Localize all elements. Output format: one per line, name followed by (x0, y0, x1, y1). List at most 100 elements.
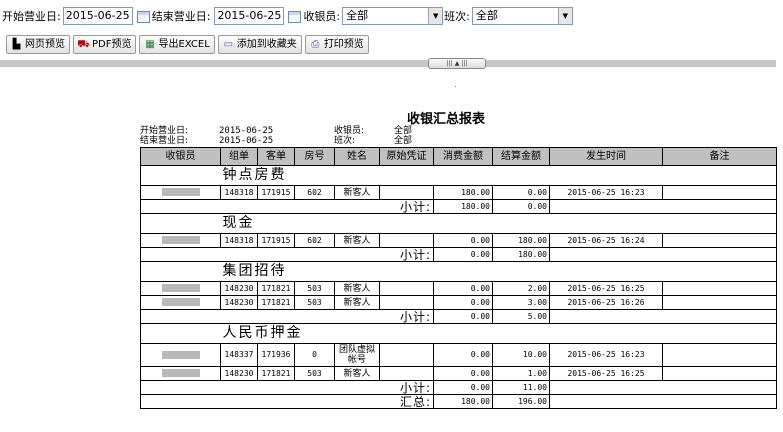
settle-cell: 180.00 (492, 233, 550, 248)
column-header: 备注 (662, 147, 777, 166)
column-header: 姓名 (334, 147, 380, 166)
redacted-cashier (161, 298, 200, 306)
note-cell (662, 366, 777, 381)
column-header: 结算金额 (492, 147, 550, 166)
group-name: 集团招待 (220, 261, 777, 282)
subtotal-settle: 11.00 (492, 380, 550, 395)
voucher-cell (379, 295, 434, 310)
export-excel-label: 导出EXCEL (158, 39, 210, 50)
voucher-cell (379, 185, 434, 200)
table-row: 148230 171821 503 新客人 0.00 2.00 2015-06-… (140, 281, 777, 296)
settle-cell: 1.00 (492, 366, 550, 381)
table-row: 148318 171915 602 新客人 0.00 180.00 2015-0… (140, 233, 777, 248)
note-cell (662, 295, 777, 310)
subtotal-row: 小计: 0.00 180.00 (140, 247, 777, 262)
filter-bar: 开始营业日: 2015-06-25 结束营业日: 2015-06-25 收银员:… (2, 5, 573, 27)
calendar-icon[interactable] (288, 11, 302, 23)
cashier-cell (140, 295, 221, 310)
guest-no-cell: 171821 (257, 295, 295, 310)
start-date-label: 开始营业日: (2, 10, 61, 23)
decorative-dot (455, 86, 456, 87)
shift-label: 班次: (444, 10, 470, 23)
add-favorite-button[interactable]: ▭ 添加到收藏夹 (217, 35, 302, 54)
meta-cashier-value: 全部 (394, 126, 413, 136)
settle-cell: 2.00 (492, 281, 550, 296)
guest-no-cell: 171821 (257, 366, 295, 381)
print-preview-button[interactable]: ⎙ 打印预览 (304, 35, 369, 54)
subtotal-consume: 180.00 (433, 199, 493, 214)
meta-end-label: 结束营业日: (140, 136, 189, 146)
pdf-preview-button[interactable]: ⛟ PDF预览 (73, 35, 137, 54)
group-no-cell: 148318 (220, 185, 258, 200)
subtotal-settle: 180.00 (492, 247, 550, 262)
subtotal-label: 小计: (140, 199, 434, 214)
collapse-handle[interactable]: ||| ▲ ||| (428, 58, 486, 69)
note-cell (662, 185, 777, 200)
subtotal-row: 小计: 180.00 0.00 (140, 199, 777, 214)
export-excel-button[interactable]: ▦ 导出EXCEL (139, 35, 215, 54)
column-header: 收银员 (140, 147, 221, 166)
table-row: 148337 171936 0 团队虚拟帐号 0.00 10.00 2015-0… (140, 343, 777, 367)
room-cell: 503 (294, 295, 335, 310)
room-cell: 503 (294, 281, 335, 296)
cashier-cell (140, 343, 221, 367)
voucher-cell (379, 366, 434, 381)
meta-start-label: 开始营业日: (140, 126, 189, 136)
subtotal-consume: 0.00 (433, 380, 493, 395)
column-header: 房号 (294, 147, 335, 166)
group-name: 现金 (220, 213, 777, 234)
subtotal-row: 小计: 0.00 11.00 (140, 380, 777, 395)
end-date-input[interactable]: 2015-06-25 (214, 7, 285, 25)
column-header: 发生时间 (549, 147, 663, 166)
shift-select-value: 全部 (475, 9, 498, 22)
group-no-cell: 148337 (220, 343, 258, 367)
redacted-cashier (161, 236, 200, 244)
guest-no-cell: 171821 (257, 281, 295, 296)
pdf-icon: ⛟ (77, 39, 90, 50)
subtotal-settle: 5.00 (492, 309, 550, 324)
start-date-input[interactable]: 2015-06-25 (62, 7, 133, 25)
note-cell (662, 233, 777, 248)
print-preview-label: 打印预览 (323, 39, 364, 50)
subtotal-consume: 0.00 (433, 309, 493, 324)
calendar-icon[interactable] (136, 11, 150, 23)
consume-cell: 180.00 (433, 185, 493, 200)
subtotal-label: 小计: (140, 380, 434, 395)
favorite-icon: ▭ (223, 39, 234, 50)
meta-shift-value: 全部 (394, 136, 413, 146)
time-cell: 2015-06-25 16:25 (549, 281, 663, 296)
toolbar: ▙ 网页预览 ⛟ PDF预览 ▦ 导出EXCEL ▭ 添加到收藏夹 ⎙ 打印预览 (6, 35, 369, 54)
consume-cell: 0.00 (433, 295, 493, 310)
meta-shift-label: 班次: (334, 136, 356, 146)
table-row: 148318 171915 602 新客人 180.00 0.00 2015-0… (140, 185, 777, 200)
name-cell: 团队虚拟帐号 (334, 343, 380, 367)
settle-cell: 0.00 (492, 185, 550, 200)
group-no-cell: 148230 (220, 366, 258, 381)
voucher-cell (379, 343, 434, 367)
cashier-select[interactable]: 全部 ▼ (342, 7, 444, 25)
group-header-row: 集团招待 (140, 261, 777, 282)
time-cell: 2015-06-25 16:25 (549, 366, 663, 381)
redacted-cashier (161, 369, 200, 377)
cashier-cell (140, 185, 221, 200)
time-cell: 2015-06-25 16:23 (549, 185, 663, 200)
subtotal-row: 小计: 0.00 5.00 (140, 309, 777, 324)
room-cell: 602 (294, 233, 335, 248)
report-table: 收银员 组单 客单 房号 姓名 原始凭证 消费金额 结算金额 发生时间 备注 钟… (140, 147, 777, 409)
chevron-down-icon[interactable]: ▼ (428, 8, 443, 24)
chevron-down-icon[interactable]: ▼ (557, 8, 572, 24)
web-preview-button[interactable]: ▙ 网页预览 (6, 35, 70, 54)
web-preview-label: 网页预览 (25, 39, 65, 50)
cashier-cell (140, 233, 221, 248)
total-settle: 196.00 (492, 394, 550, 409)
room-cell: 602 (294, 185, 335, 200)
column-header: 原始凭证 (379, 147, 434, 166)
settle-cell: 10.00 (492, 343, 550, 367)
table-header-row: 收银员 组单 客单 房号 姓名 原始凭证 消费金额 结算金额 发生时间 备注 (140, 147, 777, 166)
printer-icon: ⎙ (311, 39, 320, 50)
total-consume: 180.00 (433, 394, 493, 409)
group-no-cell: 148230 (220, 281, 258, 296)
add-favorite-label: 添加到收藏夹 (236, 39, 297, 50)
shift-select[interactable]: 全部 ▼ (471, 7, 573, 25)
name-cell: 新客人 (334, 295, 380, 310)
